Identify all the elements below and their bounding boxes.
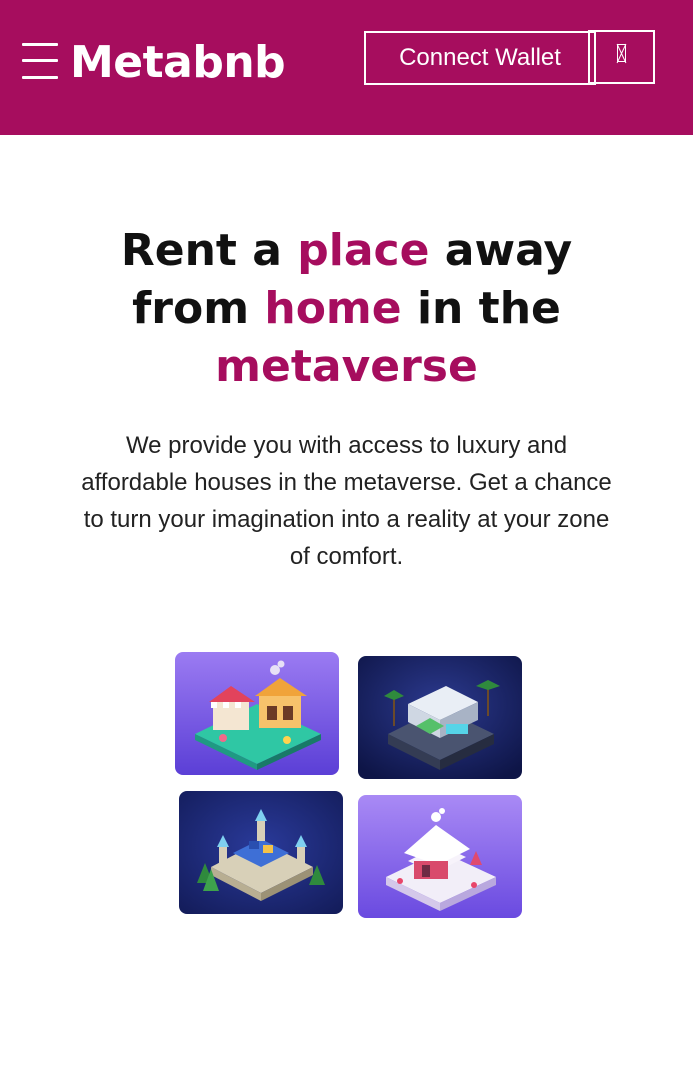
hero-title-accent-home: home: [264, 283, 402, 334]
snow-cottage-image: [358, 795, 522, 918]
hero-title-accent-place: place: [297, 225, 430, 276]
close-icon: [617, 44, 626, 62]
market-stall-image: [175, 652, 339, 775]
close-button[interactable]: [588, 30, 655, 84]
hero-title-text: Rent a: [120, 225, 298, 276]
castle-image: [179, 791, 343, 914]
modern-villa-image: [358, 656, 522, 779]
hero-title-accent-metaverse: metaverse: [215, 341, 478, 392]
hero-title-text: in the: [401, 283, 561, 334]
top-nav-bar: Metabnb Connect Wallet: [0, 0, 693, 135]
brand-logo[interactable]: Metabnb: [70, 36, 286, 90]
hamburger-menu-icon[interactable]: [22, 43, 58, 79]
hero-description: We provide you with access to luxury and…: [81, 432, 612, 570]
hero-title: Rent a place away from home in the metav…: [60, 222, 633, 396]
connect-wallet-button[interactable]: Connect Wallet: [364, 31, 596, 85]
